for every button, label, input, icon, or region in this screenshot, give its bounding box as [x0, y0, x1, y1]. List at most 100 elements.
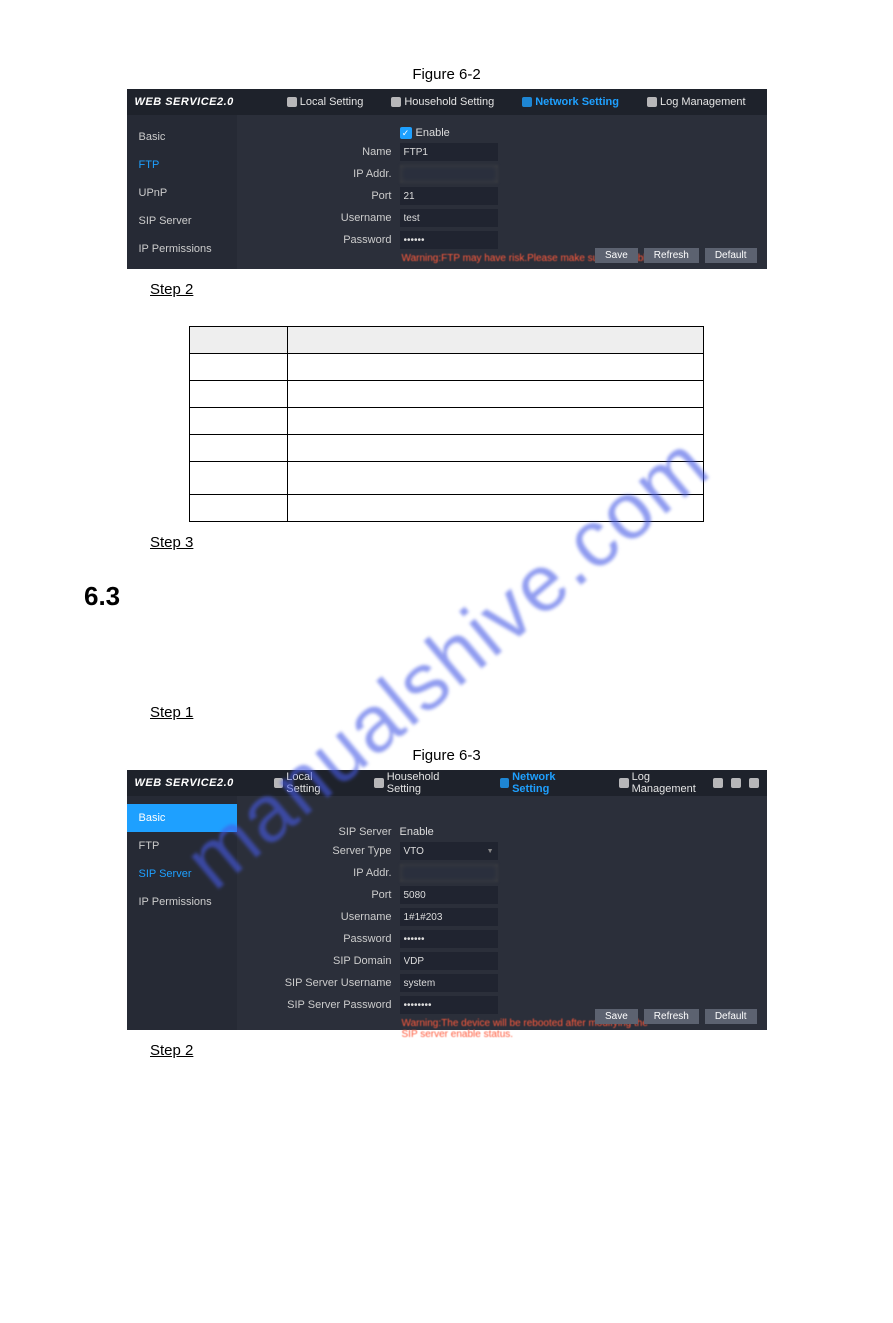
save-button[interactable]: Save	[595, 1009, 638, 1024]
table-cell	[288, 381, 704, 408]
globe-icon	[500, 778, 509, 788]
table-cell	[190, 495, 288, 522]
list-icon	[374, 778, 383, 788]
sidebar-item-basic[interactable]: Basic	[127, 804, 237, 832]
sidebar-item-sip[interactable]: SIP Server	[127, 860, 237, 888]
port-label: Port	[237, 190, 400, 202]
logo: WEB SERVICE2.0	[135, 96, 234, 108]
user-icon[interactable]	[713, 778, 723, 788]
table-cell	[190, 354, 288, 381]
exit-icon[interactable]	[749, 778, 759, 788]
table-cell	[190, 408, 288, 435]
nav-household-label: Household Setting	[404, 96, 494, 108]
sipserver-label: SIP Server	[237, 826, 400, 838]
table-header-2	[288, 327, 704, 354]
save-button[interactable]: Save	[595, 248, 638, 263]
table-cell	[288, 435, 704, 462]
port-input[interactable]	[400, 187, 498, 205]
table-cell	[288, 408, 704, 435]
nav-network[interactable]: Network Setting	[500, 771, 592, 795]
section-number: 6.3	[84, 581, 893, 612]
nav-local-label: Local Setting	[300, 96, 364, 108]
nav-local-label: Local Setting	[286, 771, 346, 795]
nav-household[interactable]: Household Setting	[374, 771, 471, 795]
gear-icon	[287, 97, 297, 107]
sidebar-item-ipperm[interactable]: IP Permissions	[127, 235, 237, 263]
default-button[interactable]: Default	[705, 1009, 757, 1024]
nav-local[interactable]: Local Setting	[287, 96, 364, 108]
table-header-1	[190, 327, 288, 354]
step1-label: Step 1	[150, 704, 893, 721]
srvpass-input[interactable]	[400, 996, 498, 1014]
refresh-button[interactable]: Refresh	[644, 248, 699, 263]
port-input[interactable]	[400, 886, 498, 904]
step3-label: Step 3	[150, 534, 893, 551]
srvuser-input[interactable]	[400, 974, 498, 992]
content-area: ✓ Enable Name IP Addr. Port Username	[237, 115, 767, 269]
table-cell	[190, 381, 288, 408]
nav-network-label: Network Setting	[512, 771, 591, 795]
topbar-right	[713, 778, 759, 788]
enable-label: Enable	[416, 127, 450, 139]
table-cell	[288, 462, 704, 495]
globe-icon	[522, 97, 532, 107]
sidebar-item-ftp[interactable]: FTP	[127, 832, 237, 860]
nav-household-label: Household Setting	[387, 771, 472, 795]
table-cell	[190, 435, 288, 462]
nav-network-label: Network Setting	[535, 96, 619, 108]
list-icon	[391, 97, 401, 107]
content-area: SIP Server Enable Server Type VTO IP Add…	[237, 796, 767, 1030]
ip-label: IP Addr.	[237, 867, 400, 879]
sidebar-item-upnp[interactable]: UPnP	[127, 179, 237, 207]
sidebar-item-ftp[interactable]: FTP	[127, 151, 237, 179]
table-cell	[288, 495, 704, 522]
user-input[interactable]	[400, 908, 498, 926]
user-input[interactable]	[400, 209, 498, 227]
enable-checkbox[interactable]: ✓	[400, 127, 412, 139]
screenshot-ftp: WEB SERVICE2.0 Local Setting Household S…	[127, 89, 767, 269]
enable-label: Enable	[400, 826, 434, 838]
home-icon[interactable]	[731, 778, 741, 788]
sidebar-item-sip[interactable]: SIP Server	[127, 207, 237, 235]
servertype-select[interactable]: VTO	[400, 842, 498, 860]
domain-input[interactable]	[400, 952, 498, 970]
servertype-label: Server Type	[237, 845, 400, 857]
sidebar: Basic FTP SIP Server IP Permissions	[127, 796, 237, 1030]
sidebar: Basic FTP UPnP SIP Server IP Permissions	[127, 115, 237, 269]
parameter-table	[189, 326, 704, 522]
gear-icon	[274, 778, 283, 788]
domain-label: SIP Domain	[237, 955, 400, 967]
nav-log-label: Log Management	[632, 771, 713, 795]
nav-network[interactable]: Network Setting	[522, 96, 619, 108]
ip-input[interactable]	[400, 165, 498, 183]
name-input[interactable]	[400, 143, 498, 161]
sidebar-item-basic[interactable]: Basic	[127, 123, 237, 151]
top-nav: Local Setting Household Setting Network …	[274, 96, 759, 108]
sidebar-item-ipperm[interactable]: IP Permissions	[127, 888, 237, 916]
table-cell	[288, 354, 704, 381]
nav-local[interactable]: Local Setting	[274, 771, 346, 795]
ip-label: IP Addr.	[237, 168, 400, 180]
servertype-value: VTO	[404, 846, 424, 857]
table-cell	[190, 462, 288, 495]
log-icon	[619, 778, 628, 788]
user-label: Username	[237, 911, 400, 923]
port-label: Port	[237, 889, 400, 901]
nav-log-label: Log Management	[660, 96, 746, 108]
topbar: WEB SERVICE2.0 Local Setting Household S…	[127, 89, 767, 115]
nav-household[interactable]: Household Setting	[391, 96, 494, 108]
nav-log[interactable]: Log Management	[647, 96, 746, 108]
ip-input[interactable]	[400, 864, 498, 882]
step2-label-b: Step 2	[150, 1042, 893, 1059]
button-row: Save Refresh Default	[595, 248, 757, 263]
pass-input[interactable]	[400, 231, 498, 249]
default-button[interactable]: Default	[705, 248, 757, 263]
srvuser-label: SIP Server Username	[237, 977, 400, 989]
logo: WEB SERVICE2.0	[135, 777, 234, 789]
name-label: Name	[237, 146, 400, 158]
figure-caption-2: Figure 6-3	[0, 747, 893, 764]
pass-label: Password	[237, 234, 400, 246]
pass-input[interactable]	[400, 930, 498, 948]
refresh-button[interactable]: Refresh	[644, 1009, 699, 1024]
nav-log[interactable]: Log Management	[619, 771, 712, 795]
